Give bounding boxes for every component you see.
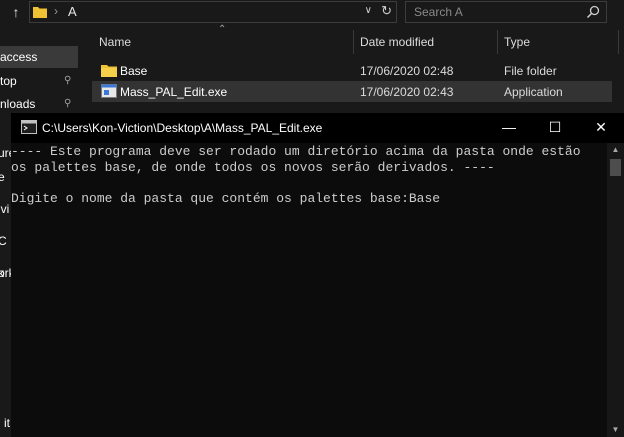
file-date: 17/06/2020 02:43 [360, 85, 454, 99]
nav-item[interactable]: e [0, 166, 5, 188]
nav-item[interactable]: it [4, 412, 10, 434]
nav-item-label: ivi [0, 202, 10, 216]
nav-item-quick-access[interactable]: access [0, 46, 78, 68]
file-list-header: ⌃ Name Date modified Type [92, 24, 624, 54]
up-arrow-icon[interactable]: ↑ [8, 3, 24, 21]
pin-icon[interactable]: ⚲ [64, 98, 74, 110]
console-line: ---- Este programa deve ser rodado um di… [11, 144, 581, 159]
column-header-date[interactable]: Date modified [360, 35, 434, 49]
console-app-icon [21, 120, 37, 134]
address-bar[interactable]: › A ∨ ↻ [29, 1, 397, 23]
search-icon [586, 5, 600, 19]
file-type: Application [504, 85, 563, 99]
nav-item[interactable]: C [0, 230, 7, 252]
minimize-icon: — [502, 119, 516, 135]
search-placeholder: Search A [414, 5, 463, 19]
scroll-up-icon[interactable]: ▲ [607, 143, 624, 157]
close-icon: ✕ [595, 119, 607, 135]
column-divider[interactable] [497, 30, 498, 54]
console-title: C:\Users\Kon-Viction\Desktop\A\Mass_PAL_… [42, 121, 323, 135]
file-row-mass-pal-edit[interactable]: Mass_PAL_Edit.exe 17/06/2020 02:43 Appli… [92, 81, 612, 102]
maximize-icon: ☐ [548, 119, 562, 135]
file-type: File folder [504, 64, 557, 78]
file-date: 17/06/2020 02:48 [360, 64, 454, 78]
scroll-down-icon[interactable]: ▼ [607, 423, 624, 437]
nav-item-label: e [0, 170, 5, 184]
folder-icon [33, 7, 47, 18]
nav-item-label: it [4, 416, 10, 430]
file-row-base[interactable]: Base 17/06/2020 02:48 File folder [92, 60, 612, 81]
nav-item-label: access [0, 50, 38, 64]
nav-item-downloads[interactable]: nloads [0, 93, 35, 115]
console-window[interactable]: C:\Users\Kon-Viction\Desktop\A\Mass_PAL_… [11, 113, 624, 437]
console-output[interactable]: ---- Este programa deve ser rodado um di… [11, 143, 607, 437]
nav-item-desktop[interactable]: top [0, 70, 17, 92]
chevron-down-icon[interactable]: ∨ [365, 5, 372, 16]
console-line: os palettes base, de onde todos os novos… [11, 160, 495, 175]
console-scrollbar[interactable]: ▲ ▼ [607, 143, 624, 437]
nav-item-label: nloads [0, 97, 36, 111]
breadcrumb-current[interactable]: A [68, 4, 77, 19]
column-header-type[interactable]: Type [504, 35, 530, 49]
console-line: Digite o nome da pasta que contém os pal… [11, 191, 441, 206]
search-input[interactable]: Search A [405, 1, 607, 23]
folder-icon [101, 65, 117, 77]
nav-item[interactable]: ivi [0, 198, 9, 220]
address-toolbar: ↑ › A ∨ ↻ Search A [0, 0, 624, 24]
nav-item-label: top [0, 74, 17, 88]
breadcrumb-separator: › [54, 4, 58, 18]
column-header-name[interactable]: Name [99, 35, 131, 49]
refresh-icon[interactable]: ↻ [381, 3, 392, 19]
nav-item-label: C [0, 234, 7, 248]
exe-app-icon [101, 84, 117, 98]
pin-icon[interactable]: ⚲ [64, 75, 74, 87]
minimize-button[interactable]: — [486, 113, 532, 143]
file-name: Mass_PAL_Edit.exe [120, 85, 228, 99]
column-divider[interactable] [618, 30, 619, 54]
column-divider[interactable] [353, 30, 354, 54]
scrollbar-thumb[interactable] [610, 159, 621, 176]
maximize-button[interactable]: ☐ [532, 113, 578, 143]
file-name: Base [120, 64, 148, 78]
sort-ascending-icon: ⌃ [218, 24, 227, 35]
console-title-bar[interactable]: C:\Users\Kon-Viction\Desktop\A\Mass_PAL_… [11, 113, 624, 143]
close-button[interactable]: ✕ [578, 113, 624, 143]
